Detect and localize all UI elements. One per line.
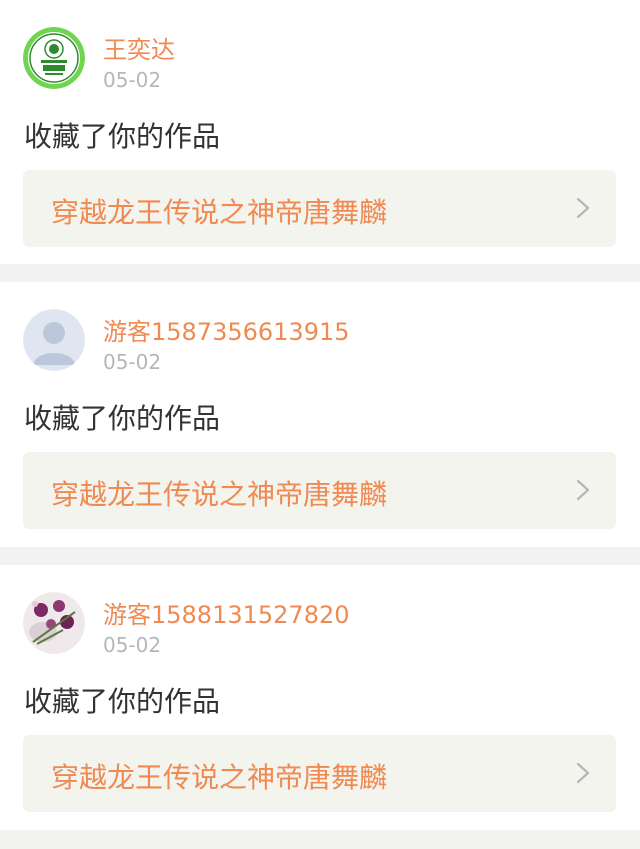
- work-link[interactable]: 穿越龙王传说之神帝唐舞麟: [23, 170, 616, 247]
- chevron-right-icon: [576, 762, 590, 784]
- work-title: 穿越龙王传说之神帝唐舞麟: [51, 196, 388, 229]
- notification-date: 05-02: [103, 633, 162, 657]
- notification-date: 05-02: [103, 68, 162, 92]
- user-avatar[interactable]: [23, 27, 85, 89]
- notification-feed: 王奕达 05-02 收藏了你的作品 穿越龙王传说之神帝唐舞麟 游客1587356…: [0, 0, 640, 830]
- chevron-right-icon: [576, 479, 590, 501]
- notification-date: 05-02: [103, 350, 162, 374]
- notification-card: 游客1587356613915 05-02 收藏了你的作品 穿越龙王传说之神帝唐…: [0, 282, 640, 547]
- flower-photo-avatar-icon: [23, 592, 85, 654]
- username[interactable]: 游客1587356613915: [103, 312, 350, 347]
- chevron-right-icon: [576, 197, 590, 219]
- work-link[interactable]: 穿越龙王传说之神帝唐舞麟: [23, 452, 616, 529]
- work-link[interactable]: 穿越龙王传说之神帝唐舞麟: [23, 735, 616, 812]
- work-title: 穿越龙王传说之神帝唐舞麟: [51, 478, 388, 511]
- notification-card: 游客1588131527820 05-02 收藏了你的作品 穿越龙王传说之神帝唐…: [0, 565, 640, 830]
- user-avatar[interactable]: [23, 309, 85, 371]
- notification-action: 收藏了你的作品: [24, 402, 221, 435]
- username[interactable]: 王奕达: [103, 30, 175, 65]
- default-user-avatar-icon: [23, 309, 85, 371]
- username[interactable]: 游客1588131527820: [103, 595, 350, 630]
- notification-action: 收藏了你的作品: [24, 685, 221, 718]
- user-avatar[interactable]: [23, 592, 85, 654]
- notification-action: 收藏了你的作品: [24, 120, 221, 153]
- green-seal-avatar-icon: [23, 27, 85, 89]
- notification-card: 王奕达 05-02 收藏了你的作品 穿越龙王传说之神帝唐舞麟: [0, 0, 640, 264]
- work-title: 穿越龙王传说之神帝唐舞麟: [51, 761, 388, 794]
